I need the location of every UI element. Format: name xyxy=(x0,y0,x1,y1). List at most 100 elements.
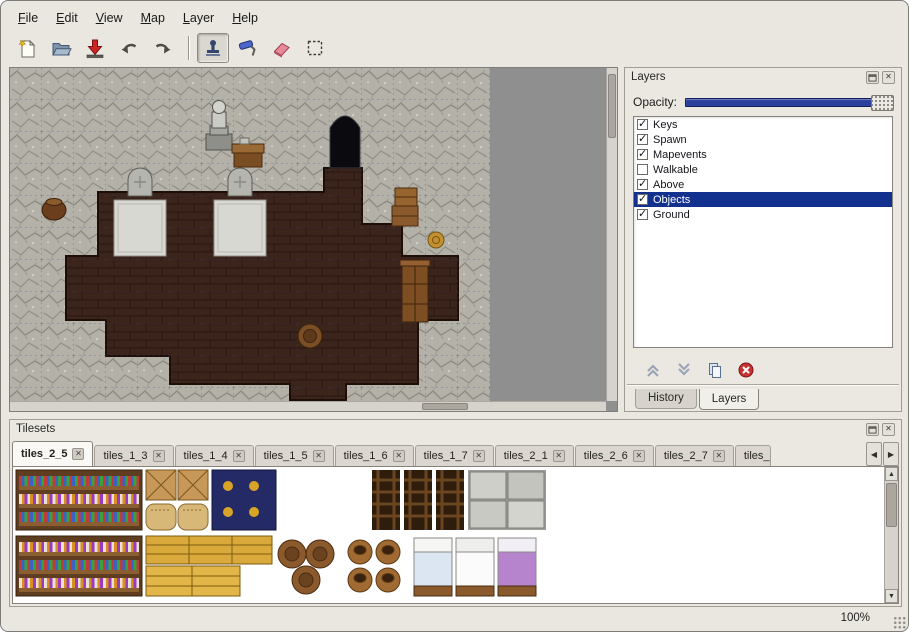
menu-help[interactable]: Help xyxy=(223,8,267,28)
layer-label: Keys xyxy=(653,119,677,131)
app-window: File Edit View Map Layer Help xyxy=(0,0,909,632)
scroll-down-button[interactable]: ▼ xyxy=(885,589,898,603)
layer-row-objects[interactable]: ✓ Objects xyxy=(634,192,892,207)
layers-dock: Layers ✕ Opacity: ✓ Keys ✓ Spawn xyxy=(624,67,902,412)
tileset-tab-4[interactable]: tiles_1_6 ✕ xyxy=(335,445,414,466)
float-icon[interactable] xyxy=(866,71,879,84)
new-file-button[interactable] xyxy=(11,33,43,63)
map-view xyxy=(9,67,618,412)
tileset-tabs: tiles_2_5 ✕ tiles_1_3 ✕ tiles_1_4 ✕ tile… xyxy=(12,440,865,466)
tileset-vscroll-thumb[interactable] xyxy=(886,483,897,527)
map-hscroll-thumb[interactable] xyxy=(422,403,468,410)
map-vertical-scrollbar[interactable] xyxy=(606,68,617,401)
menu-view[interactable]: View xyxy=(87,8,132,28)
fill-tool-icon xyxy=(236,37,258,59)
check-icon: ✓ xyxy=(638,207,647,220)
layers-dock-title: Layers xyxy=(631,71,863,83)
layer-checkbox[interactable] xyxy=(637,164,648,175)
tab-close-icon[interactable]: ✕ xyxy=(153,450,165,462)
fill-tool-button[interactable] xyxy=(231,33,263,63)
tab-close-icon[interactable]: ✕ xyxy=(72,448,84,460)
tilesets-dock: Tilesets ✕ tiles_2_5 ✕ tiles_1_3 ✕ tiles… xyxy=(9,419,902,607)
layer-row-spawn[interactable]: ✓ Spawn xyxy=(634,132,892,147)
tileset-tab-8[interactable]: tiles_2_7 ✕ xyxy=(655,445,734,466)
map-canvas[interactable] xyxy=(10,68,606,401)
tab-layers[interactable]: Layers xyxy=(699,389,760,410)
menu-edit[interactable]: Edit xyxy=(47,8,87,28)
tileset-tab-0[interactable]: tiles_2_5 ✕ xyxy=(12,441,93,466)
tileset-tab-3[interactable]: tiles_1_5 ✕ xyxy=(255,445,334,466)
eraser-tool-button[interactable] xyxy=(265,33,297,63)
tab-close-icon[interactable]: ✕ xyxy=(553,450,565,462)
open-button[interactable] xyxy=(45,33,77,63)
tileset-canvas[interactable] xyxy=(14,468,874,600)
tileset-content: ▲ ▼ xyxy=(12,466,899,604)
tab-history[interactable]: History xyxy=(635,389,697,409)
tab-close-icon[interactable]: ✕ xyxy=(713,450,725,462)
layers-dock-header: Layers ✕ xyxy=(625,68,901,86)
layer-row-walkable[interactable]: Walkable xyxy=(634,162,892,177)
float-icon[interactable] xyxy=(866,423,879,436)
tileset-tab-7[interactable]: tiles_2_6 ✕ xyxy=(575,445,654,466)
layer-checkbox[interactable]: ✓ xyxy=(637,134,648,145)
tab-close-icon[interactable]: ✕ xyxy=(233,450,245,462)
opacity-slider[interactable] xyxy=(685,98,893,107)
tileset-tab-9[interactable]: tiles_2 xyxy=(735,445,771,466)
tab-close-icon[interactable]: ✕ xyxy=(633,450,645,462)
layer-checkbox[interactable]: ✓ xyxy=(637,194,648,205)
menubar: File Edit View Map Layer Help xyxy=(9,7,900,29)
tileset-tab-5[interactable]: tiles_1_7 ✕ xyxy=(415,445,494,466)
redo-button[interactable] xyxy=(147,33,179,63)
tab-close-icon[interactable]: ✕ xyxy=(393,450,405,462)
lower-layer-button[interactable] xyxy=(674,360,694,380)
layer-row-mapevents[interactable]: ✓ Mapevents xyxy=(634,147,892,162)
scroll-tabs-right-button[interactable]: ▶ xyxy=(883,442,899,466)
tileset-tab-label: tiles_1_3 xyxy=(103,450,147,462)
check-icon: ✓ xyxy=(638,117,647,130)
save-button[interactable] xyxy=(79,33,111,63)
menu-file[interactable]: File xyxy=(9,8,47,28)
layer-checkbox[interactable]: ✓ xyxy=(637,149,648,160)
delete-layer-button[interactable] xyxy=(736,360,756,380)
close-icon[interactable]: ✕ xyxy=(882,71,895,84)
stamp-tool-button[interactable] xyxy=(197,33,229,63)
resize-grip[interactable] xyxy=(893,616,906,629)
scroll-tabs-left-button[interactable]: ◀ xyxy=(866,442,882,466)
duplicate-layer-icon xyxy=(706,361,724,379)
select-tool-button[interactable] xyxy=(299,33,331,63)
duplicate-layer-button[interactable] xyxy=(705,360,725,380)
layer-checkbox[interactable]: ✓ xyxy=(637,209,648,220)
layer-checkbox[interactable]: ✓ xyxy=(637,119,648,130)
tileset-tab-label: tiles_2_1 xyxy=(504,450,548,462)
layer-row-above[interactable]: ✓ Above xyxy=(634,177,892,192)
scroll-up-button[interactable]: ▲ xyxy=(885,467,898,481)
undo-button[interactable] xyxy=(113,33,145,63)
layer-row-ground[interactable]: ✓ Ground xyxy=(634,207,892,222)
tileset-tab-1[interactable]: tiles_1_3 ✕ xyxy=(94,445,173,466)
opacity-slider-handle[interactable] xyxy=(871,95,894,111)
open-icon xyxy=(50,37,72,59)
raise-layer-button[interactable] xyxy=(643,360,663,380)
tilesets-dock-header: Tilesets ✕ xyxy=(10,420,901,438)
layer-label: Above xyxy=(653,179,684,191)
menu-map[interactable]: Map xyxy=(132,8,174,28)
layer-row-keys[interactable]: ✓ Keys xyxy=(634,117,892,132)
lower-layer-icon xyxy=(675,361,693,379)
check-icon: ✓ xyxy=(638,192,647,205)
map-vscroll-thumb[interactable] xyxy=(608,74,616,138)
layer-checkbox[interactable]: ✓ xyxy=(637,179,648,190)
close-icon[interactable]: ✕ xyxy=(882,423,895,436)
tileset-tab-label: tiles_2_7 xyxy=(664,450,708,462)
tileset-tab-label: tiles_1_6 xyxy=(344,450,388,462)
tab-close-icon[interactable]: ✕ xyxy=(473,450,485,462)
tileset-tab-6[interactable]: tiles_2_1 ✕ xyxy=(495,445,574,466)
layer-label: Walkable xyxy=(653,164,698,176)
main-toolbar xyxy=(11,31,900,65)
tileset-vertical-scrollbar[interactable]: ▲ ▼ xyxy=(884,467,898,603)
zoom-level: 100% xyxy=(841,612,870,624)
map-horizontal-scrollbar[interactable] xyxy=(10,401,606,411)
tab-close-icon[interactable]: ✕ xyxy=(313,450,325,462)
menu-layer[interactable]: Layer xyxy=(174,8,223,28)
tileset-tab-2[interactable]: tiles_1_4 ✕ xyxy=(175,445,254,466)
opacity-label: Opacity: xyxy=(633,95,677,109)
